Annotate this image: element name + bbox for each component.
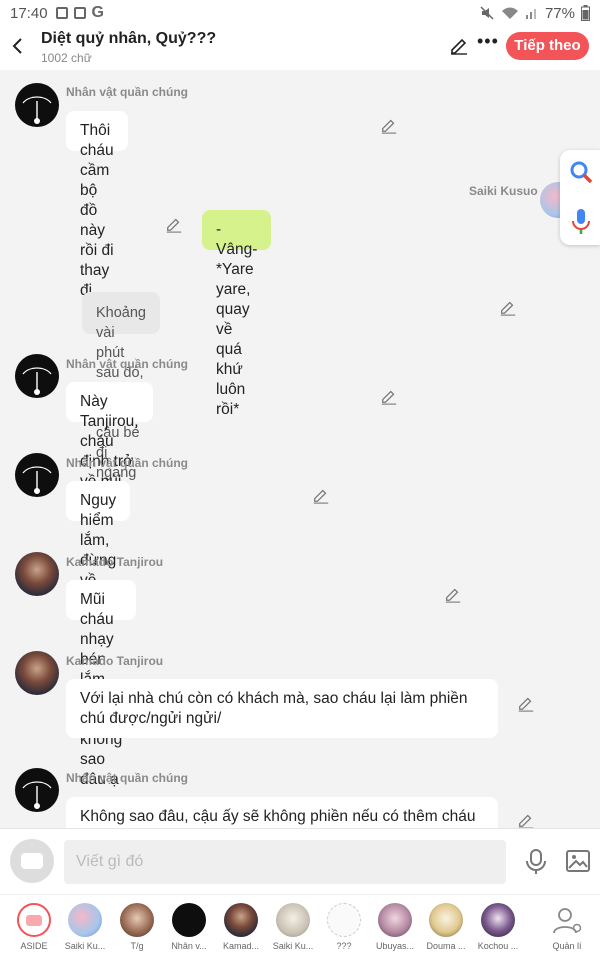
character-item[interactable]: Kamad... — [219, 903, 263, 951]
speaker-name: Nhân vật quần chúng — [66, 85, 189, 99]
word-count: 1002 chữ — [41, 51, 92, 65]
avatar — [378, 903, 412, 937]
narration-bubble[interactable]: Khoảng vài phút sau đó, cũng có một cậu … — [82, 292, 160, 501]
speaker-name: Kamado Tanjirou — [66, 654, 164, 668]
edit-pencil-icon[interactable] — [499, 298, 517, 316]
character-item[interactable]: Kochou ... — [476, 903, 520, 951]
character-label: ASIDE — [20, 941, 48, 951]
edit-pencil-icon[interactable] — [380, 387, 398, 405]
avatar — [276, 903, 310, 937]
chat-area[interactable]: Nhân vật quần chúng Thôi cháu cầm bộ đồ … — [0, 70, 600, 828]
character-item[interactable]: T/g — [115, 903, 159, 951]
signal-icon — [525, 9, 536, 19]
character-label: Saiki Ku... — [272, 941, 314, 951]
character-label: Saiki Ku... — [64, 941, 106, 951]
character-item[interactable]: Douma ... — [424, 903, 468, 951]
character-label: Ubuyas... — [375, 941, 415, 951]
chat-header: Diệt quỷ nhân, Quỷ??? 1002 chữ ••• Tiếp … — [0, 26, 600, 70]
wifi-icon — [501, 7, 518, 19]
speaker-name: Nhân vật quần chúng — [66, 456, 189, 470]
composer-bar — [0, 828, 600, 894]
character-item[interactable]: ??? — [322, 903, 366, 951]
character-label: Kamad... — [222, 941, 260, 951]
message-bubble[interactable]: Mũi cháu nhạy bén lắm nên sẽ không sao đ… — [66, 580, 137, 788]
message-bubble[interactable]: Thôi cháu cầm bộ đồ này rồi đi thay đi — [66, 111, 128, 299]
bag-notification-icon — [73, 7, 86, 19]
avatar[interactable] — [15, 453, 59, 497]
speaker-name: Nhân vật quần chúng — [66, 771, 189, 785]
avatar — [429, 903, 463, 937]
battery-level: 77% — [544, 4, 575, 22]
more-options-icon[interactable]: ••• — [477, 31, 499, 52]
message-bubble[interactable]: Không sao đâu, cậu ấy sẽ không phiền nếu… — [66, 797, 498, 828]
mute-icon — [480, 6, 494, 20]
aside-avatar — [17, 903, 51, 937]
avatar[interactable] — [15, 552, 59, 596]
edit-pencil-icon[interactable] — [444, 585, 462, 603]
character-label: Douma ... — [426, 941, 466, 951]
character-aside[interactable]: ASIDE — [12, 903, 56, 951]
avatar[interactable] — [15, 651, 59, 695]
avatar — [172, 903, 206, 937]
avatar[interactable] — [15, 354, 59, 398]
edit-pencil-icon[interactable] — [312, 486, 330, 504]
character-item[interactable]: Ubuyas... — [373, 903, 417, 951]
character-selector: ASIDE Saiki Ku... T/g Nhân v... Kamad...… — [0, 894, 600, 960]
character-label: Quản lí — [552, 941, 582, 951]
status-bar: 17:40 G 77% — [0, 0, 600, 26]
character-label: ??? — [336, 941, 352, 951]
message-bubble[interactable]: Nguy hiểm lắm, đừng về nữa — [66, 481, 131, 609]
message-input[interactable] — [64, 840, 506, 884]
aside-toggle-button[interactable] — [10, 839, 54, 883]
next-button[interactable]: Tiếp theo — [506, 32, 589, 60]
assistant-side-widget[interactable] — [560, 150, 600, 245]
chat-bubble-icon — [21, 853, 43, 869]
status-time: 17:40 — [10, 4, 48, 22]
character-item[interactable]: Nhân v... — [167, 903, 211, 951]
avatar — [327, 903, 361, 937]
message-bubble[interactable]: Này Tanjirou, cháu định trở về núi đó à — [66, 382, 153, 510]
edit-pencil-icon[interactable] — [380, 116, 398, 134]
speaker-name: Saiki Kusuo — [469, 184, 538, 198]
back-arrow-icon[interactable] — [8, 34, 28, 58]
edit-pencil-icon[interactable] — [449, 35, 469, 55]
avatar — [224, 903, 258, 937]
character-label: Nhân v... — [171, 941, 207, 951]
search-icon[interactable] — [567, 158, 595, 186]
avatar — [68, 903, 102, 937]
user-settings-icon — [553, 908, 582, 934]
message-bubble[interactable]: -Vâng- *Yare yare, quay về quá khứ luôn … — [202, 210, 272, 418]
avatar[interactable] — [15, 768, 59, 812]
character-label: Kochou ... — [477, 941, 519, 951]
edit-pencil-icon[interactable] — [165, 215, 183, 233]
avatar[interactable] — [15, 83, 59, 127]
avatar — [120, 903, 154, 937]
character-label: T/g — [130, 941, 144, 951]
image-notification-icon — [55, 7, 68, 19]
notification-icons: G — [55, 4, 104, 22]
character-item[interactable]: Saiki Ku... — [271, 903, 315, 951]
image-icon[interactable] — [566, 850, 590, 872]
avatar — [481, 903, 515, 937]
edit-pencil-icon[interactable] — [517, 694, 535, 712]
character-item[interactable]: Saiki Ku... — [63, 903, 107, 951]
microphone-icon[interactable] — [524, 849, 548, 875]
voice-mic-icon[interactable] — [569, 207, 593, 237]
manage-characters-button[interactable]: Quản lí — [545, 903, 589, 951]
battery-icon — [581, 5, 590, 21]
google-notification-icon: G — [91, 4, 104, 21]
speaker-name: Nhân vật quần chúng — [66, 357, 189, 371]
story-title: Diệt quỷ nhân, Quỷ??? — [41, 30, 217, 47]
speaker-name: Kamado Tanjirou — [66, 555, 164, 569]
message-bubble[interactable]: Với lại nhà chú còn có khách mà, sao chá… — [66, 679, 498, 738]
edit-pencil-icon[interactable] — [517, 811, 535, 828]
